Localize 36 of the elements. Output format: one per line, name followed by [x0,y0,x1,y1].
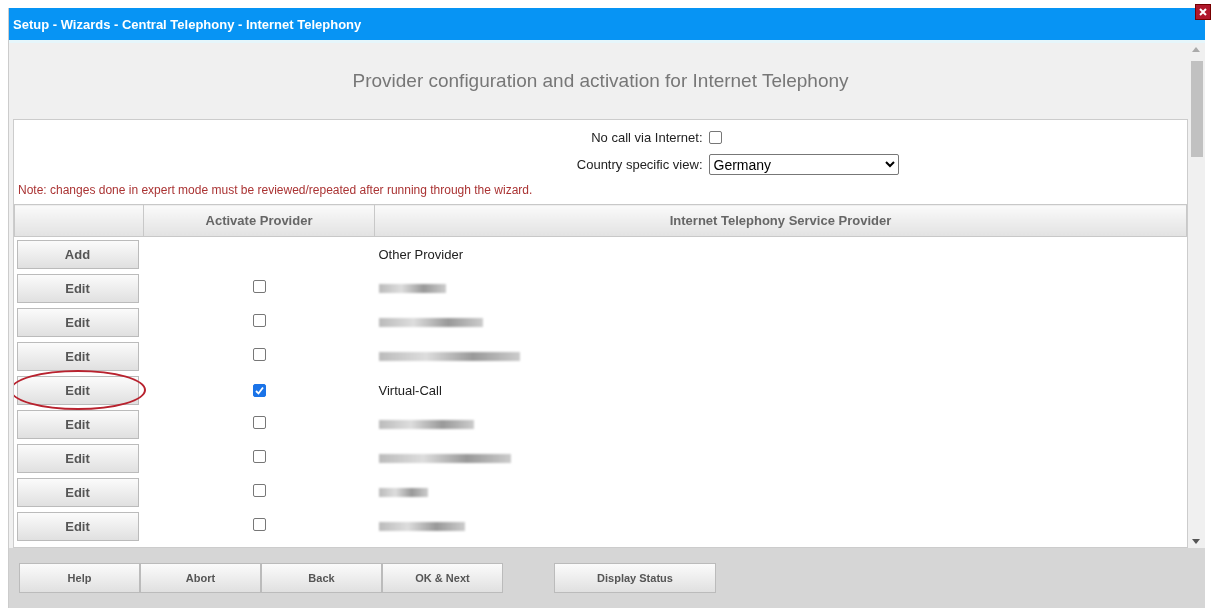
edit-button[interactable]: Edit [16,341,139,371]
edit-button[interactable]: Edit [16,307,139,337]
provider-name: Virtual-Call [378,382,442,398]
country-dropdown[interactable]: Germany [708,154,899,175]
footer-button[interactable]: OK & Next [382,563,503,593]
checkbox[interactable] [252,383,266,397]
footer-button[interactable]: Abort [140,563,261,593]
page-heading: Provider configuration and activation for Internet Telephony [351,69,850,93]
checkbox[interactable] [252,280,266,293]
window-title: Setup - Wizards - Central Telephony - Internet Telephony [13,16,362,32]
edit-button[interactable]: Edit [16,375,139,405]
note-text: Note: changes done in expert mode must be reviewed/repeated after running through the wizard. [17,182,534,199]
checkbox[interactable] [708,131,722,144]
footer-button[interactable]: Back [261,563,382,593]
edit-button[interactable]: Edit [16,443,139,473]
edit-button[interactable]: Edit [16,409,139,439]
edit-button[interactable]: Edit [16,477,139,507]
column-header: Internet Telephony Service Provider [374,204,1187,237]
scroll-down-icon[interactable] [1192,539,1200,544]
checkbox[interactable] [252,416,266,429]
edit-button[interactable]: Edit [16,273,139,303]
add-button[interactable]: Add [16,239,139,269]
checkbox[interactable] [252,484,266,497]
scrollbar-thumb[interactable] [1191,61,1203,157]
provider-name: Other Provider [378,246,464,262]
edit-button[interactable]: Edit [16,511,139,541]
checkbox[interactable] [252,450,266,463]
field-label: Country specific view: [575,157,703,172]
checkbox[interactable] [252,348,266,361]
field-label: No call via Internet: [590,130,703,145]
display-status-button[interactable]: Display Status [554,563,716,593]
checkbox[interactable] [252,314,266,327]
close-icon[interactable] [1195,4,1211,20]
checkbox[interactable] [252,518,266,531]
column-header: Activate Provider [143,204,375,237]
footer-button[interactable]: Help [19,563,140,593]
